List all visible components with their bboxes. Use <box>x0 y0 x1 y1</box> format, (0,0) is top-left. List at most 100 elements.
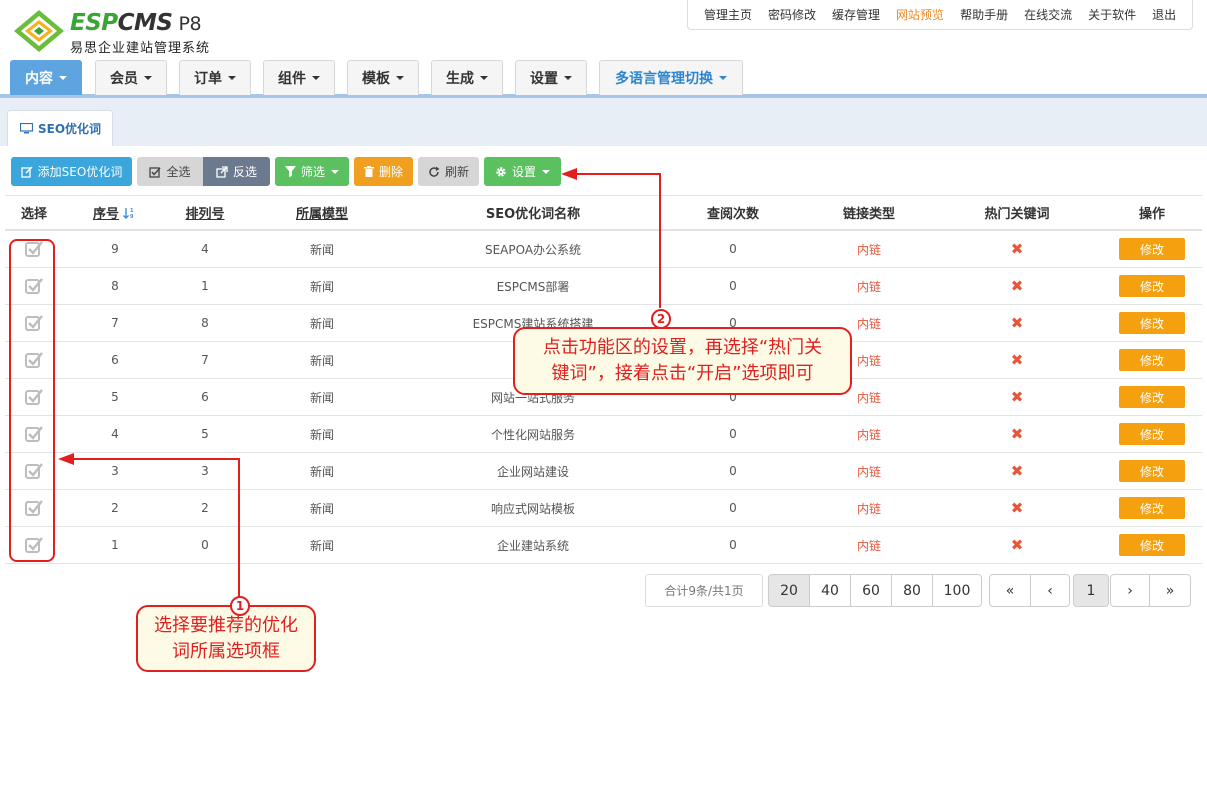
refresh-button[interactable]: 刷新 <box>418 157 479 186</box>
row-hot-keyword[interactable]: ✖ <box>947 342 1087 378</box>
main-menu-item[interactable]: 多语言管理切换 <box>599 60 743 95</box>
header-model-label: 所属模型 <box>295 207 348 222</box>
filter-icon <box>284 166 296 177</box>
row-keyword-name: 响应式网站模板 <box>490 501 575 516</box>
chevron-down-icon <box>59 76 67 80</box>
row-hot-keyword[interactable]: ✖ <box>947 490 1087 526</box>
logo-brand: ESPCMS P8 <box>70 10 202 36</box>
chevron-down-icon <box>719 76 727 80</box>
page-size-option[interactable]: 40 <box>809 574 851 607</box>
link-type-label: 内链 <box>856 242 881 257</box>
add-seo-keyword-button[interactable]: 添加SEO优化词 <box>11 157 132 186</box>
select-all-label: 全选 <box>166 165 191 179</box>
row-link-type[interactable]: 内链 <box>813 231 925 267</box>
row-link-type[interactable]: 内链 <box>813 416 925 452</box>
row-views: 0 <box>729 501 737 515</box>
row-link-type[interactable]: 内链 <box>813 453 925 489</box>
main-menu-item[interactable]: 会员 <box>95 60 167 95</box>
top-nav-link[interactable]: 缓存管理 <box>832 6 880 23</box>
main-menu-label: 会员 <box>110 71 138 87</box>
pagination-nav: « ‹ <box>989 574 1070 607</box>
row-id: 9 <box>111 242 119 256</box>
edit-button[interactable]: 修改 <box>1119 460 1185 482</box>
top-nav-link[interactable]: 密码修改 <box>768 6 816 23</box>
row-model: 新闻 <box>309 501 334 516</box>
main-menu-item[interactable]: 生成 <box>431 60 503 95</box>
table-row: 3 3 新闻 企业网站建设 0 内链 ✖ 修改 <box>5 453 1202 490</box>
settings-button[interactable]: 设置 <box>484 157 561 186</box>
main-menu-item[interactable]: 设置 <box>515 60 587 95</box>
last-page-label: » <box>1165 582 1175 599</box>
row-hot-keyword[interactable]: ✖ <box>947 453 1087 489</box>
top-nav-link[interactable]: 帮助手册 <box>960 6 1008 23</box>
next-page-button[interactable]: › <box>1110 574 1150 607</box>
delete-button[interactable]: 删除 <box>354 157 413 186</box>
invert-selection-button[interactable]: 反选 <box>203 157 270 186</box>
edit-button[interactable]: 修改 <box>1119 349 1185 371</box>
row-actions: 修改 <box>1097 416 1207 452</box>
row-actions: 修改 <box>1097 490 1207 526</box>
page-size-option[interactable]: 100 <box>932 574 982 607</box>
top-nav-link[interactable]: 退出 <box>1152 6 1176 23</box>
edit-button[interactable]: 修改 <box>1119 497 1185 519</box>
main-menu: 内容 会员 订单 组件 模板 生成 设置 多语言管理切换 <box>0 60 1207 98</box>
top-nav-link[interactable]: 管理主页 <box>704 6 752 23</box>
main-menu-item[interactable]: 模板 <box>347 60 419 95</box>
current-page-button[interactable]: 1 <box>1073 574 1109 607</box>
page-size-option[interactable]: 20 <box>768 574 810 607</box>
row-hot-keyword[interactable]: ✖ <box>947 231 1087 267</box>
first-page-label: « <box>1005 582 1015 599</box>
last-page-button[interactable]: » <box>1149 574 1191 607</box>
row-link-type[interactable]: 内链 <box>813 268 925 304</box>
edit-button[interactable]: 修改 <box>1119 386 1185 408</box>
top-nav-link[interactable]: 关于软件 <box>1088 6 1136 23</box>
row-model: 新闻 <box>309 538 334 553</box>
prev-page-button[interactable]: ‹ <box>1030 574 1070 607</box>
row-hot-keyword[interactable]: ✖ <box>947 305 1087 341</box>
header-id-label: 序号 <box>92 207 119 222</box>
callout-1-line-1: 选择要推荐的优化 <box>154 614 298 636</box>
row-model: 新闻 <box>309 390 334 405</box>
close-icon: ✖ <box>1010 388 1024 406</box>
row-order: 8 <box>201 316 209 330</box>
page-size-option[interactable]: 60 <box>850 574 892 607</box>
main-menu-item[interactable]: 订单 <box>179 60 251 95</box>
row-model: 新闻 <box>309 316 334 331</box>
row-link-type[interactable]: 内链 <box>813 527 925 563</box>
edit-button[interactable]: 修改 <box>1119 534 1185 556</box>
header-model[interactable]: 所属模型 <box>267 196 377 229</box>
top-nav-link[interactable]: 网站预览 <box>896 6 944 23</box>
checkbox-column-highlight <box>9 239 55 562</box>
first-page-button[interactable]: « <box>989 574 1031 607</box>
edit-button[interactable]: 修改 <box>1119 275 1185 297</box>
select-group: 全选 反选 <box>137 157 270 187</box>
row-views: 0 <box>729 242 737 256</box>
close-icon: ✖ <box>1010 351 1024 369</box>
row-model: 新闻 <box>309 279 334 294</box>
espcms-logo[interactable]: ESPCMS P8 易思企业建站管理系统 <box>12 8 222 56</box>
table-row: 1 0 新闻 企业建站系统 0 内链 ✖ 修改 <box>5 527 1202 564</box>
row-order: 6 <box>201 390 209 404</box>
edit-button[interactable]: 修改 <box>1119 238 1185 260</box>
row-link-type[interactable]: 内链 <box>813 490 925 526</box>
top-nav-link[interactable]: 在线交流 <box>1024 6 1072 23</box>
row-views: 0 <box>729 279 737 293</box>
row-hot-keyword[interactable]: ✖ <box>947 379 1087 415</box>
main-menu-item[interactable]: 组件 <box>263 60 335 95</box>
main-menu-item[interactable]: 内容 <box>10 60 82 95</box>
select-all-button[interactable]: 全选 <box>137 157 203 186</box>
row-hot-keyword[interactable]: ✖ <box>947 268 1087 304</box>
edit-button[interactable]: 修改 <box>1119 312 1185 334</box>
filter-button[interactable]: 筛选 <box>275 157 349 186</box>
row-hot-keyword[interactable]: ✖ <box>947 527 1087 563</box>
link-type-label: 内链 <box>856 316 881 331</box>
page-size-option[interactable]: 80 <box>891 574 933 607</box>
tab-seo-keywords[interactable]: SEO优化词 <box>7 110 113 146</box>
filter-label: 筛选 <box>300 165 325 179</box>
row-model: 新闻 <box>309 464 334 479</box>
header-order[interactable]: 排列号 <box>155 196 255 229</box>
header-id[interactable]: 序号 19 <box>63 196 167 229</box>
edit-button[interactable]: 修改 <box>1119 423 1185 445</box>
row-keyword-name: ESPCMS部署 <box>496 279 570 294</box>
row-hot-keyword[interactable]: ✖ <box>947 416 1087 452</box>
